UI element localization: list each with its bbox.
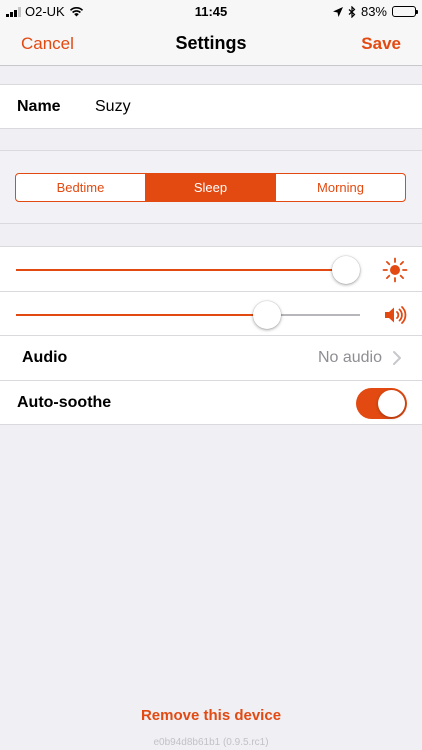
bluetooth-icon [348, 5, 356, 18]
volume-slider-fill [16, 314, 268, 316]
volume-row [0, 291, 422, 336]
volume-slider[interactable] [16, 301, 360, 329]
name-row[interactable]: Name Suzy [0, 84, 422, 129]
navigation-bar: Cancel Settings Save [0, 22, 422, 66]
mode-section: Bedtime Sleep Morning [0, 150, 422, 224]
brightness-row [0, 246, 422, 291]
device-id: e0b94d8b61b1 (0.9.5.rc1) [153, 737, 269, 748]
brightness-slider-thumb[interactable] [332, 256, 361, 284]
page-title: Settings [175, 33, 247, 53]
status-right: 83% [332, 4, 418, 19]
auto-soothe-label: Auto-soothe [17, 394, 112, 411]
segment-bedtime[interactable]: Bedtime [16, 174, 145, 201]
battery-percent: 83% [360, 4, 387, 19]
speaker-icon [385, 306, 407, 324]
status-bar: O2-UK 11:45 83% [0, 0, 422, 22]
sun-icon [382, 257, 408, 283]
audio-label: Audio [22, 349, 68, 366]
name-field[interactable]: Suzy [95, 98, 131, 116]
name-label: Name [17, 98, 61, 115]
remove-device-button[interactable]: Remove this device [0, 707, 422, 724]
segment-morning[interactable]: Morning [275, 174, 405, 201]
toggle-knob [378, 390, 405, 417]
save-button[interactable]: Save [361, 34, 401, 54]
segment-sleep[interactable]: Sleep [145, 174, 275, 201]
audio-row[interactable]: Audio No audio [0, 335, 422, 380]
audio-value: No audio [317, 349, 382, 366]
brightness-slider-fill [16, 269, 347, 271]
auto-soothe-toggle[interactable] [356, 388, 407, 419]
auto-soothe-row: Auto-soothe [0, 380, 422, 425]
brightness-slider[interactable] [16, 256, 361, 284]
battery-icon [392, 6, 418, 17]
mode-segmented-control: Bedtime Sleep Morning [15, 173, 406, 202]
chevron-right-icon [393, 351, 401, 365]
volume-slider-thumb[interactable] [253, 301, 282, 329]
location-arrow-icon [332, 6, 343, 17]
